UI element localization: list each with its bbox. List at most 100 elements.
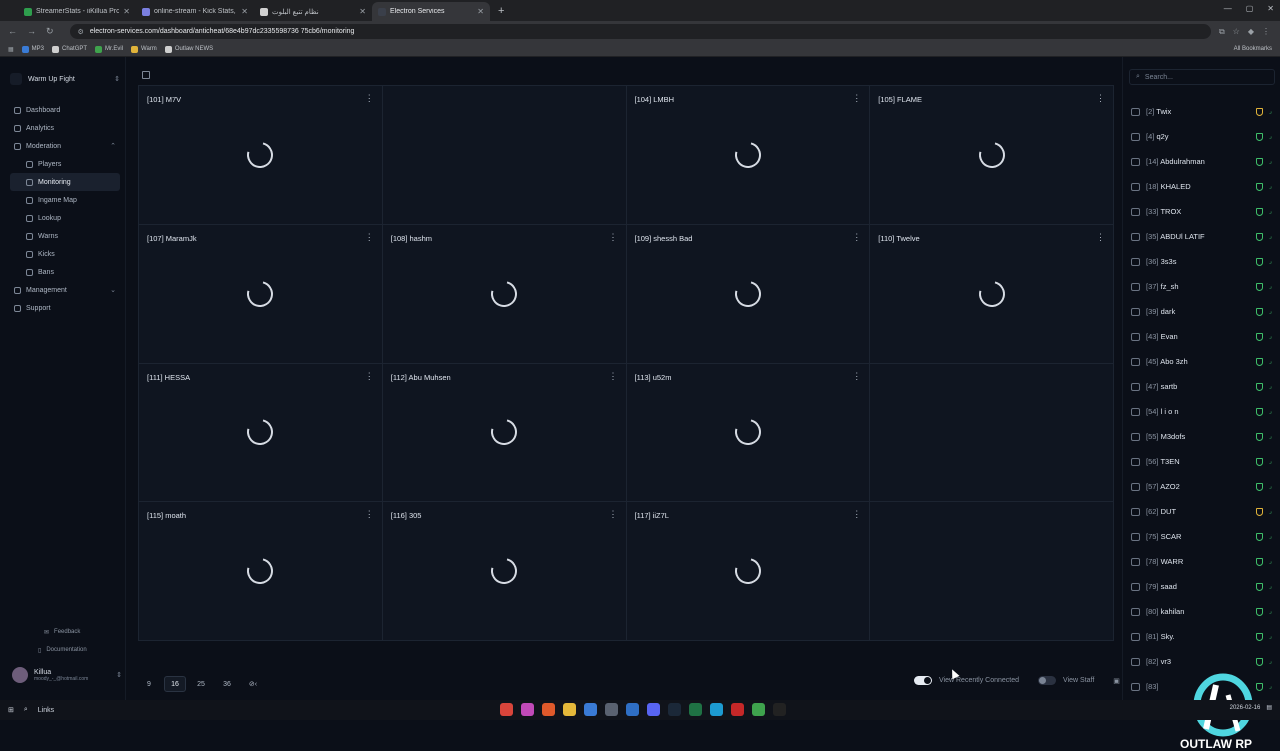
panel-icon[interactable]: ▣ <box>1113 677 1120 685</box>
player-row[interactable]: [54] l i o n ⌟ <box>1131 399 1275 424</box>
player-search[interactable]: ⌕ Search... <box>1129 69 1275 85</box>
stream-tile[interactable]: [110] Twelve ⋮ <box>870 224 1113 363</box>
more-options-icon[interactable]: ⋮ <box>852 371 861 382</box>
stream-tile[interactable] <box>870 363 1113 502</box>
stream-tile[interactable]: [109] shessh Bad ⋮ <box>626 224 870 363</box>
close-icon[interactable]: ✕ <box>1267 4 1274 13</box>
player-row[interactable]: [78] WARR ⌟ <box>1131 549 1275 574</box>
new-tab-button[interactable]: + <box>490 2 512 21</box>
close-icon[interactable]: ✕ <box>359 7 366 16</box>
grid-size-option[interactable]: 25 <box>190 676 212 692</box>
bookmark[interactable]: Outlaw NEWS <box>164 45 213 53</box>
minimize-icon[interactable]: — <box>1224 4 1232 13</box>
more-options-icon[interactable]: ⋮ <box>1096 232 1105 243</box>
taskbar-search-label[interactable]: Links <box>38 707 54 714</box>
recent-toggle[interactable] <box>914 676 932 685</box>
user-menu[interactable]: Killua moody_-_@hotmail.com ⇕ <box>12 667 122 683</box>
obs-icon[interactable] <box>773 703 786 716</box>
grid-size-option[interactable]: 16 <box>164 676 186 692</box>
menu-icon[interactable]: ⋮ <box>1262 27 1270 37</box>
player-row[interactable]: [36] 3s3s ⌟ <box>1131 249 1275 274</box>
steam-icon[interactable] <box>668 703 681 716</box>
site-info-icon[interactable]: ⚙ <box>78 28 84 36</box>
sidebar-item-support[interactable]: Support <box>10 299 120 317</box>
stream-tile[interactable]: [104] LMBH ⋮ <box>626 86 870 224</box>
grid-size-option[interactable]: 36 <box>216 676 238 692</box>
documentation-link[interactable]: ▯ Documentation <box>38 647 87 654</box>
stream-tile[interactable]: [116] 305 ⋮ <box>382 502 626 640</box>
edge-icon[interactable] <box>710 703 723 716</box>
star-icon[interactable]: ☆ <box>1233 27 1240 37</box>
more-options-icon[interactable]: ⋮ <box>365 509 374 520</box>
more-options-icon[interactable]: ⋮ <box>365 232 374 243</box>
more-options-icon[interactable]: ⋮ <box>609 232 618 243</box>
app-icon[interactable] <box>605 703 618 716</box>
sidebar-item-ingame-map[interactable]: Ingame Map <box>10 191 120 209</box>
stream-tile[interactable]: [108] hashm ⋮ <box>382 224 626 363</box>
more-options-icon[interactable]: ⋮ <box>852 232 861 243</box>
stream-tile[interactable]: [111] HESSA ⋮ <box>139 363 382 502</box>
browser-tab[interactable]: StreamerStats - iiKillua Profile✕ <box>18 2 136 21</box>
player-row[interactable]: [43] Evan ⌟ <box>1131 324 1275 349</box>
sidebar-item-warns[interactable]: Warns <box>10 227 120 245</box>
player-row[interactable]: [14] Abdulrahman ⌟ <box>1131 149 1275 174</box>
player-row[interactable]: [80] kahilan ⌟ <box>1131 599 1275 624</box>
player-row[interactable]: [39] dark ⌟ <box>1131 299 1275 324</box>
player-row[interactable]: [37] fz_sh ⌟ <box>1131 274 1275 299</box>
back-icon[interactable]: ← <box>8 26 17 37</box>
sidebar-item-lookup[interactable]: Lookup <box>10 209 120 227</box>
sidebar-item-kicks[interactable]: Kicks <box>10 245 120 263</box>
staff-toggle[interactable] <box>1038 676 1057 685</box>
bookmark[interactable]: MP3 <box>21 45 44 53</box>
stream-tile[interactable]: [113] u52m ⋮ <box>626 363 870 502</box>
search-icon[interactable]: ⌕ <box>24 706 28 714</box>
grid-extra-button[interactable]: ⊘‹ <box>242 676 264 692</box>
player-row[interactable]: [45] Abo 3zh ⌟ <box>1131 349 1275 374</box>
excel-icon[interactable] <box>689 703 702 716</box>
player-row[interactable]: [62] DUT ⌟ <box>1131 499 1275 524</box>
stream-tile[interactable]: [107] MaramJk ⋮ <box>139 224 382 363</box>
sidebar-item-monitoring[interactable]: Monitoring <box>10 173 120 191</box>
app-icon[interactable] <box>521 703 534 716</box>
more-options-icon[interactable]: ⋮ <box>1096 93 1105 104</box>
player-row[interactable]: [2] Twix ⌟ <box>1131 99 1275 124</box>
app-icon[interactable] <box>752 703 765 716</box>
store-icon[interactable] <box>584 703 597 716</box>
apps-icon[interactable]: ▦ <box>8 46 14 53</box>
brave-icon[interactable] <box>542 703 555 716</box>
close-icon[interactable]: ✕ <box>241 7 248 16</box>
close-icon[interactable]: ✕ <box>123 7 130 16</box>
record-icon[interactable] <box>731 703 744 716</box>
stream-tile[interactable] <box>382 86 626 224</box>
player-row[interactable]: [56] T3EN ⌟ <box>1131 449 1275 474</box>
player-row[interactable]: [55] M3dofs ⌟ <box>1131 424 1275 449</box>
extension-icon[interactable]: ◆ <box>1248 27 1254 37</box>
bookmark[interactable]: Mr.Evil <box>95 45 123 53</box>
browser-tab[interactable]: online-stream - Kick Stats, Anal ✕ <box>136 2 254 21</box>
more-options-icon[interactable]: ⋮ <box>852 93 861 104</box>
maximize-icon[interactable]: ▢ <box>1246 4 1254 13</box>
player-row[interactable]: [75] SCAR ⌟ <box>1131 524 1275 549</box>
more-options-icon[interactable]: ⋮ <box>365 93 374 104</box>
player-row[interactable]: [79] saad ⌟ <box>1131 574 1275 599</box>
sidebar-item-analytics[interactable]: Analytics <box>10 119 120 137</box>
vpn-icon[interactable] <box>626 703 639 716</box>
windows-start-icon[interactable]: ⊞ <box>8 706 14 714</box>
player-row[interactable]: [4] q2y ⌟ <box>1131 124 1275 149</box>
grid-size-option[interactable]: 9 <box>138 676 160 692</box>
discord-icon[interactable] <box>647 703 660 716</box>
stream-tile[interactable]: [115] moath ⋮ <box>139 502 382 640</box>
team-switcher[interactable]: Warm Up Fight ⇕ <box>10 71 120 87</box>
player-row[interactable]: [35] ABDUl LATIF ⌟ <box>1131 224 1275 249</box>
stream-tile[interactable]: [101] M7V ⋮ <box>139 86 382 224</box>
browser-tab[interactable]: نظام تتبع البلوت ✕ <box>254 2 372 21</box>
player-row[interactable]: [18] KHALED ⌟ <box>1131 174 1275 199</box>
bookmark[interactable]: ChatGPT <box>52 45 87 53</box>
folder-icon[interactable] <box>563 703 576 716</box>
reload-icon[interactable]: ↻ <box>46 26 54 37</box>
bookmark[interactable]: Warm <box>131 45 157 53</box>
url-field[interactable]: ⚙ electron-services.com/dashboard/antich… <box>69 24 1211 39</box>
sidebar-item-moderation[interactable]: Moderation ⌃ <box>10 137 120 155</box>
player-row[interactable]: [57] AZO2 ⌟ <box>1131 474 1275 499</box>
notification-icon[interactable]: ▤ <box>1266 704 1272 711</box>
